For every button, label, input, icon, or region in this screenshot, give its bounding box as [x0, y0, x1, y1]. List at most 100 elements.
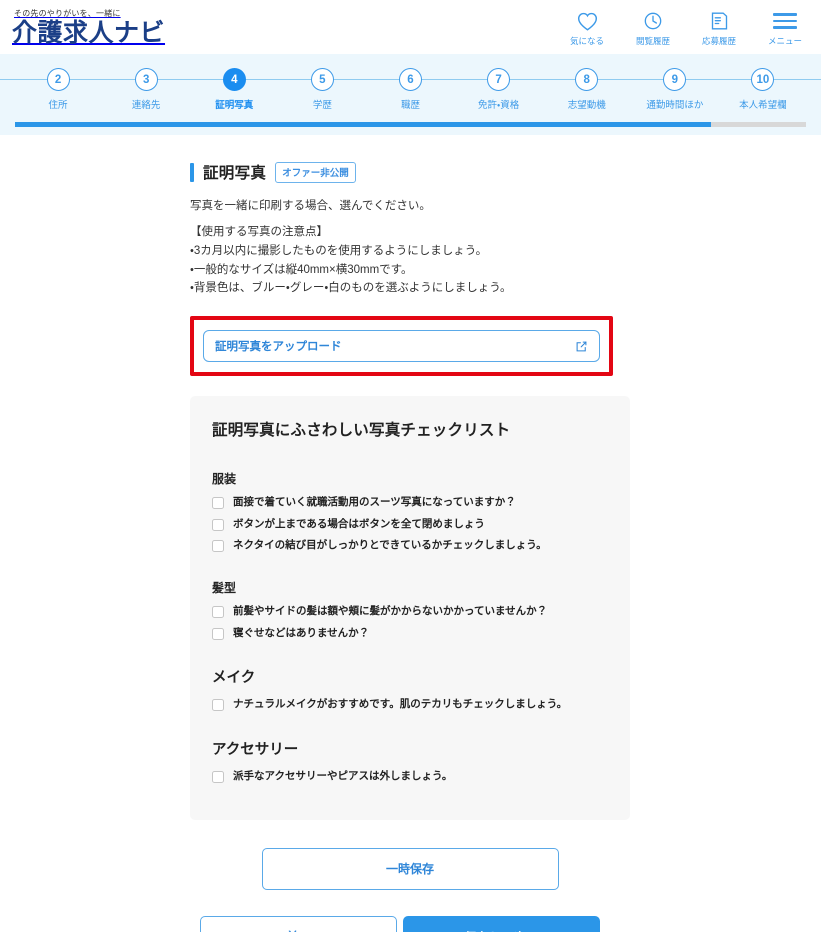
- progress-fill: [15, 122, 712, 127]
- stepper-step-3[interactable]: 3 連絡先: [102, 68, 190, 111]
- stepper-step-2[interactable]: 2 住所: [14, 68, 102, 111]
- nav-label-application-history: 応募履歴: [701, 36, 736, 46]
- site-header: その先のやりがいを、一緒に 介護求人ナビ 気になる 閲覧履歴 応募履歴 メニュー: [0, 0, 821, 54]
- checklist-item-label: ボタンが上まである場合はボタンを全て閉めましょう: [233, 517, 485, 530]
- temp-save-button[interactable]: 一時保存: [261, 847, 559, 890]
- save-and-next-label: 保存して次へ: [464, 927, 539, 932]
- note-line: ・3カ月以内に撮影したものを使用するようにしましょう。: [190, 244, 488, 257]
- photo-checklist-panel: 証明写真にふさわしい写真チェックリスト 服装 面接で着ていく就職活動用のスーツ写真…: [190, 396, 630, 820]
- stepper-step-4[interactable]: 4 証明写真: [190, 68, 278, 111]
- checkbox[interactable]: [212, 770, 224, 783]
- page-title: 証明写真: [203, 165, 267, 182]
- progress-track: [15, 122, 806, 127]
- stepper-step-number: 3: [134, 68, 158, 91]
- checkbox[interactable]: [212, 627, 224, 640]
- stepper-step-number: 10: [751, 68, 775, 91]
- stepper-step-label: 志望動機: [567, 100, 606, 111]
- checklist-item[interactable]: 派手なアクセサリーやピアスは外しましょう。: [212, 770, 608, 784]
- checklist-item-label: 派手なアクセサリーやピアスは外しましょう。: [233, 770, 453, 783]
- checkbox[interactable]: [212, 605, 224, 618]
- nav-item-menu[interactable]: メニュー: [763, 10, 807, 47]
- checkbox[interactable]: [212, 540, 224, 553]
- stepper-steps: 2 住所 3 連絡先 4 証明写真 5 学歴 6 職歴 7 免許・資格 8 志望動機 9 通勤時間ほか 10 本人…: [0, 68, 821, 111]
- checklist-item[interactable]: 寝ぐせなどはありませんか？: [212, 627, 608, 641]
- stepper-step-number: 7: [487, 68, 511, 91]
- nav-item-favorites[interactable]: 気になる: [565, 10, 609, 47]
- stepper-step-label: 本人希望欄: [739, 100, 787, 111]
- external-link-icon: [575, 340, 588, 353]
- stepper-step-label: 証明写真: [215, 100, 254, 111]
- nav-item-view-history[interactable]: 閲覧履歴: [631, 10, 675, 47]
- checklist-group: 服装 面接で着ていく就職活動用のスーツ写真になっていますか？ ボタンが上まである場合…: [212, 470, 608, 553]
- title-accent-bar: [190, 162, 194, 182]
- checklist-item[interactable]: 前髪やサイドの髪は額や頬に髪がかからないかかっていませんか？: [212, 605, 608, 619]
- stepper-step-label: 通勤時間ほか: [646, 100, 704, 111]
- heart-icon: [577, 10, 598, 32]
- stepper-step-number: 2: [46, 68, 70, 91]
- checklist-item[interactable]: ボタンが上まである場合はボタンを全て閉めましょう: [212, 518, 608, 532]
- stepper-step-label: 連絡先: [131, 100, 161, 111]
- checklist-group: メイクナチュラルメイクがおすすめです。肌のテカリもチェックしましょう。: [212, 666, 608, 712]
- checklist-item-label: 前髪やサイドの髪は額や頬に髪がかからないかかっていませんか？: [233, 605, 548, 618]
- form-stepper: 2 住所 3 連絡先 4 証明写真 5 学歴 6 職歴 7 免許・資格 8 志望動機 9 通勤時間ほか 10 本人…: [0, 54, 821, 135]
- stepper-step-7[interactable]: 7 免許・資格: [455, 68, 543, 111]
- hamburger-menu-icon: [773, 10, 797, 32]
- checklist-item-label: ネクタイの結び目がしっかりとできているかチェックしましょう。: [233, 539, 547, 552]
- checklist-group-title: 髪型: [212, 581, 237, 596]
- checklist-item[interactable]: ナチュラルメイクがおすすめです。肌のテカリもチェックしましょう。: [212, 698, 608, 712]
- upload-highlight-box: 証明写真をアップロード: [190, 316, 613, 377]
- stepper-step-label: 職歴: [400, 100, 420, 111]
- upload-photo-button[interactable]: 証明写真をアップロード: [203, 330, 600, 363]
- stepper-step-number: 5: [310, 68, 334, 91]
- note-line: ・背景色は、ブルー・グレー・白のものを選ぶようにしましょう。: [190, 282, 512, 295]
- checklist-item[interactable]: ネクタイの結び目がしっかりとできているかチェックしましょう。: [212, 539, 608, 553]
- site-logo[interactable]: その先のやりがいを、一緒に 介護求人ナビ: [12, 4, 165, 47]
- note-line: ・一般的なサイズは縦40mm×横30mmです。: [190, 263, 413, 276]
- stepper-step-label: 免許・資格: [477, 100, 520, 111]
- checklist-group: アクセサリー派手なアクセサリーやピアスは外しましょう。: [212, 738, 608, 784]
- checklist-groups: 服装 面接で着ていく就職活動用のスーツ写真になっていますか？ ボタンが上まである場合…: [212, 470, 608, 783]
- stepper-step-number: 8: [575, 68, 599, 91]
- stepper-step-label: 住所: [48, 100, 68, 111]
- checklist-item-label: 面接で着ていく就職活動用のスーツ写真になっていますか？: [233, 496, 516, 509]
- nav-label-view-history: 閲覧履歴: [635, 36, 670, 46]
- photo-notes: 【使用する写真の注意点】 ・3カ月以内に撮影したものを使用するようにしましょう。…: [190, 223, 630, 298]
- stepper-step-6[interactable]: 6 職歴: [366, 68, 454, 111]
- save-and-next-button[interactable]: 保存して次へ ›: [403, 915, 600, 932]
- checklist-group: 髪型前髪やサイドの髪は額や頬に髪がかからないかかっていませんか？ 寝ぐせなどはあり…: [212, 579, 608, 640]
- header-nav: 気になる 閲覧履歴 応募履歴 メニュー: [565, 4, 807, 47]
- clock-history-icon: [643, 10, 663, 32]
- offer-private-badge: オファー非公開: [275, 161, 356, 183]
- checkbox[interactable]: [212, 699, 224, 712]
- stepper-step-9[interactable]: 9 通勤時間ほか: [631, 68, 719, 111]
- stepper-step-5[interactable]: 5 学歴: [278, 68, 366, 111]
- brand-title: 介護求人ナビ: [12, 19, 166, 47]
- checkbox[interactable]: [212, 497, 224, 509]
- previous-button[interactable]: ‹ 前へ: [200, 915, 397, 932]
- section-header: 証明写真 オファー非公開: [190, 161, 630, 183]
- brand-tagline: その先のやりがいを、一緒に: [14, 9, 121, 18]
- stepper-step-8[interactable]: 8 志望動機: [543, 68, 631, 111]
- lead-text: 写真を一緒に印刷する場合、選んでください。: [190, 200, 431, 212]
- document-list-icon: [710, 10, 729, 32]
- checklist-group-title: アクセサリー: [212, 742, 299, 759]
- stepper-step-number: 9: [663, 68, 687, 91]
- checkbox[interactable]: [212, 518, 224, 531]
- main-content: 証明写真 オファー非公開 写真を一緒に印刷する場合、選んでください。 【使用する…: [0, 161, 821, 932]
- checklist-item[interactable]: 面接で着ていく就職活動用のスーツ写真になっていますか？: [212, 496, 608, 510]
- notes-heading: 【使用する写真の注意点】: [190, 226, 328, 239]
- nav-label-favorites: 気になる: [569, 36, 604, 46]
- temp-save-row: 一時保存: [190, 847, 630, 890]
- upload-photo-label: 証明写真をアップロード: [215, 341, 342, 354]
- previous-button-label: 前へ: [286, 928, 310, 932]
- stepper-step-label: 学歴: [312, 100, 332, 111]
- checklist-title: 証明写真にふさわしい写真チェックリスト: [212, 422, 511, 440]
- stepper-step-number: 4: [222, 68, 246, 91]
- nav-item-application-history[interactable]: 応募履歴: [697, 10, 741, 47]
- nav-label-menu: メニュー: [767, 36, 802, 46]
- checklist-group-title: メイク: [212, 670, 256, 687]
- checklist-item-label: 寝ぐせなどはありませんか？: [233, 626, 370, 639]
- checklist-item-label: ナチュラルメイクがおすすめです。肌のテカリもチェックしましょう。: [233, 698, 568, 711]
- stepper-step-10[interactable]: 10 本人希望欄: [719, 68, 807, 111]
- form-nav-buttons: ‹ 前へ 保存して次へ ›: [200, 915, 600, 932]
